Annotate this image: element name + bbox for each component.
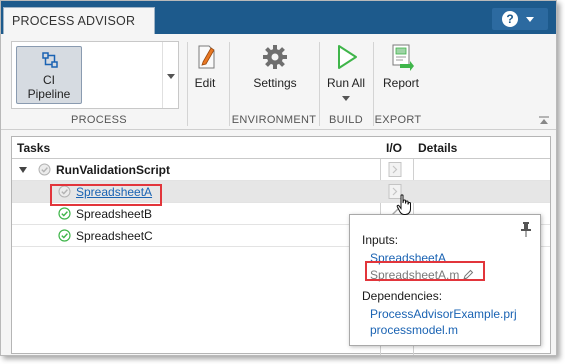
group-label-export: EXPORT xyxy=(374,114,422,126)
passed-status-icon xyxy=(58,207,71,220)
passed-status-icon xyxy=(58,229,71,242)
report-button[interactable]: Report xyxy=(379,42,423,90)
report-icon xyxy=(392,44,414,71)
highlight-box xyxy=(50,184,162,206)
header-details[interactable]: Details xyxy=(418,141,457,155)
task-label: SpreadsheetB xyxy=(76,207,153,221)
highlight-box xyxy=(365,261,485,281)
settings-button[interactable]: Settings xyxy=(245,42,305,90)
process-gallery: CI Pipeline xyxy=(11,41,179,109)
run-all-label: Run All xyxy=(326,76,366,90)
toolstrip: CI Pipeline Edit Settings Run All Report… xyxy=(1,34,556,130)
group-label-build: BUILD xyxy=(329,114,363,126)
gallery-expand-button[interactable] xyxy=(162,42,178,108)
io-icon[interactable] xyxy=(388,162,402,177)
table-row[interactable]: RunValidationScript xyxy=(12,159,550,181)
chevron-down-icon xyxy=(526,17,534,22)
play-icon xyxy=(338,45,357,69)
task-label: RunValidationScript xyxy=(56,163,171,177)
chevron-down-icon[interactable] xyxy=(19,167,27,173)
pin-icon[interactable] xyxy=(520,221,532,237)
pipeline-icon xyxy=(42,52,58,68)
tab-process-advisor[interactable]: PROCESS ADVISOR xyxy=(3,7,155,34)
inputs-heading: Inputs: xyxy=(362,233,399,247)
header-io[interactable]: I/O xyxy=(386,141,402,155)
edit-button[interactable]: Edit xyxy=(189,42,221,90)
task-label: SpreadsheetC xyxy=(76,229,153,243)
run-all-button[interactable]: Run All xyxy=(323,42,369,101)
header-tasks[interactable]: Tasks xyxy=(17,141,50,155)
group-label-environment: ENVIRONMENT xyxy=(231,114,317,126)
chevron-down-icon xyxy=(342,96,350,101)
gear-icon xyxy=(263,45,287,69)
ci-pipeline-button[interactable]: CI Pipeline xyxy=(16,46,82,104)
tab-bar: PROCESS ADVISOR ? xyxy=(1,1,556,34)
dependencies-heading: Dependencies: xyxy=(362,289,443,303)
hand-cursor-icon xyxy=(396,194,411,215)
edit-icon xyxy=(198,45,215,69)
process-advisor-window: PROCESS ADVISOR ? CI Pipeline Edit Setti… xyxy=(0,0,557,356)
dependency-link[interactable]: ProcessAdvisorExample.prj xyxy=(370,307,517,321)
collapse-toolstrip-icon[interactable] xyxy=(538,116,550,126)
dependency-link[interactable]: processmodel.m xyxy=(370,323,458,337)
divider xyxy=(187,42,188,126)
help-icon: ? xyxy=(502,11,518,27)
edit-label: Edit xyxy=(194,76,216,90)
group-label-process: PROCESS xyxy=(71,114,127,126)
pending-status-icon xyxy=(38,163,51,176)
report-label: Report xyxy=(382,76,420,90)
help-button[interactable]: ? xyxy=(492,8,548,30)
ci-pipeline-label-line2: Pipeline xyxy=(27,87,71,101)
chevron-down-icon xyxy=(167,74,175,79)
table-header: Tasks I/O Details xyxy=(12,137,550,159)
settings-label: Settings xyxy=(253,76,297,90)
ci-pipeline-label-line1: CI xyxy=(43,73,55,87)
